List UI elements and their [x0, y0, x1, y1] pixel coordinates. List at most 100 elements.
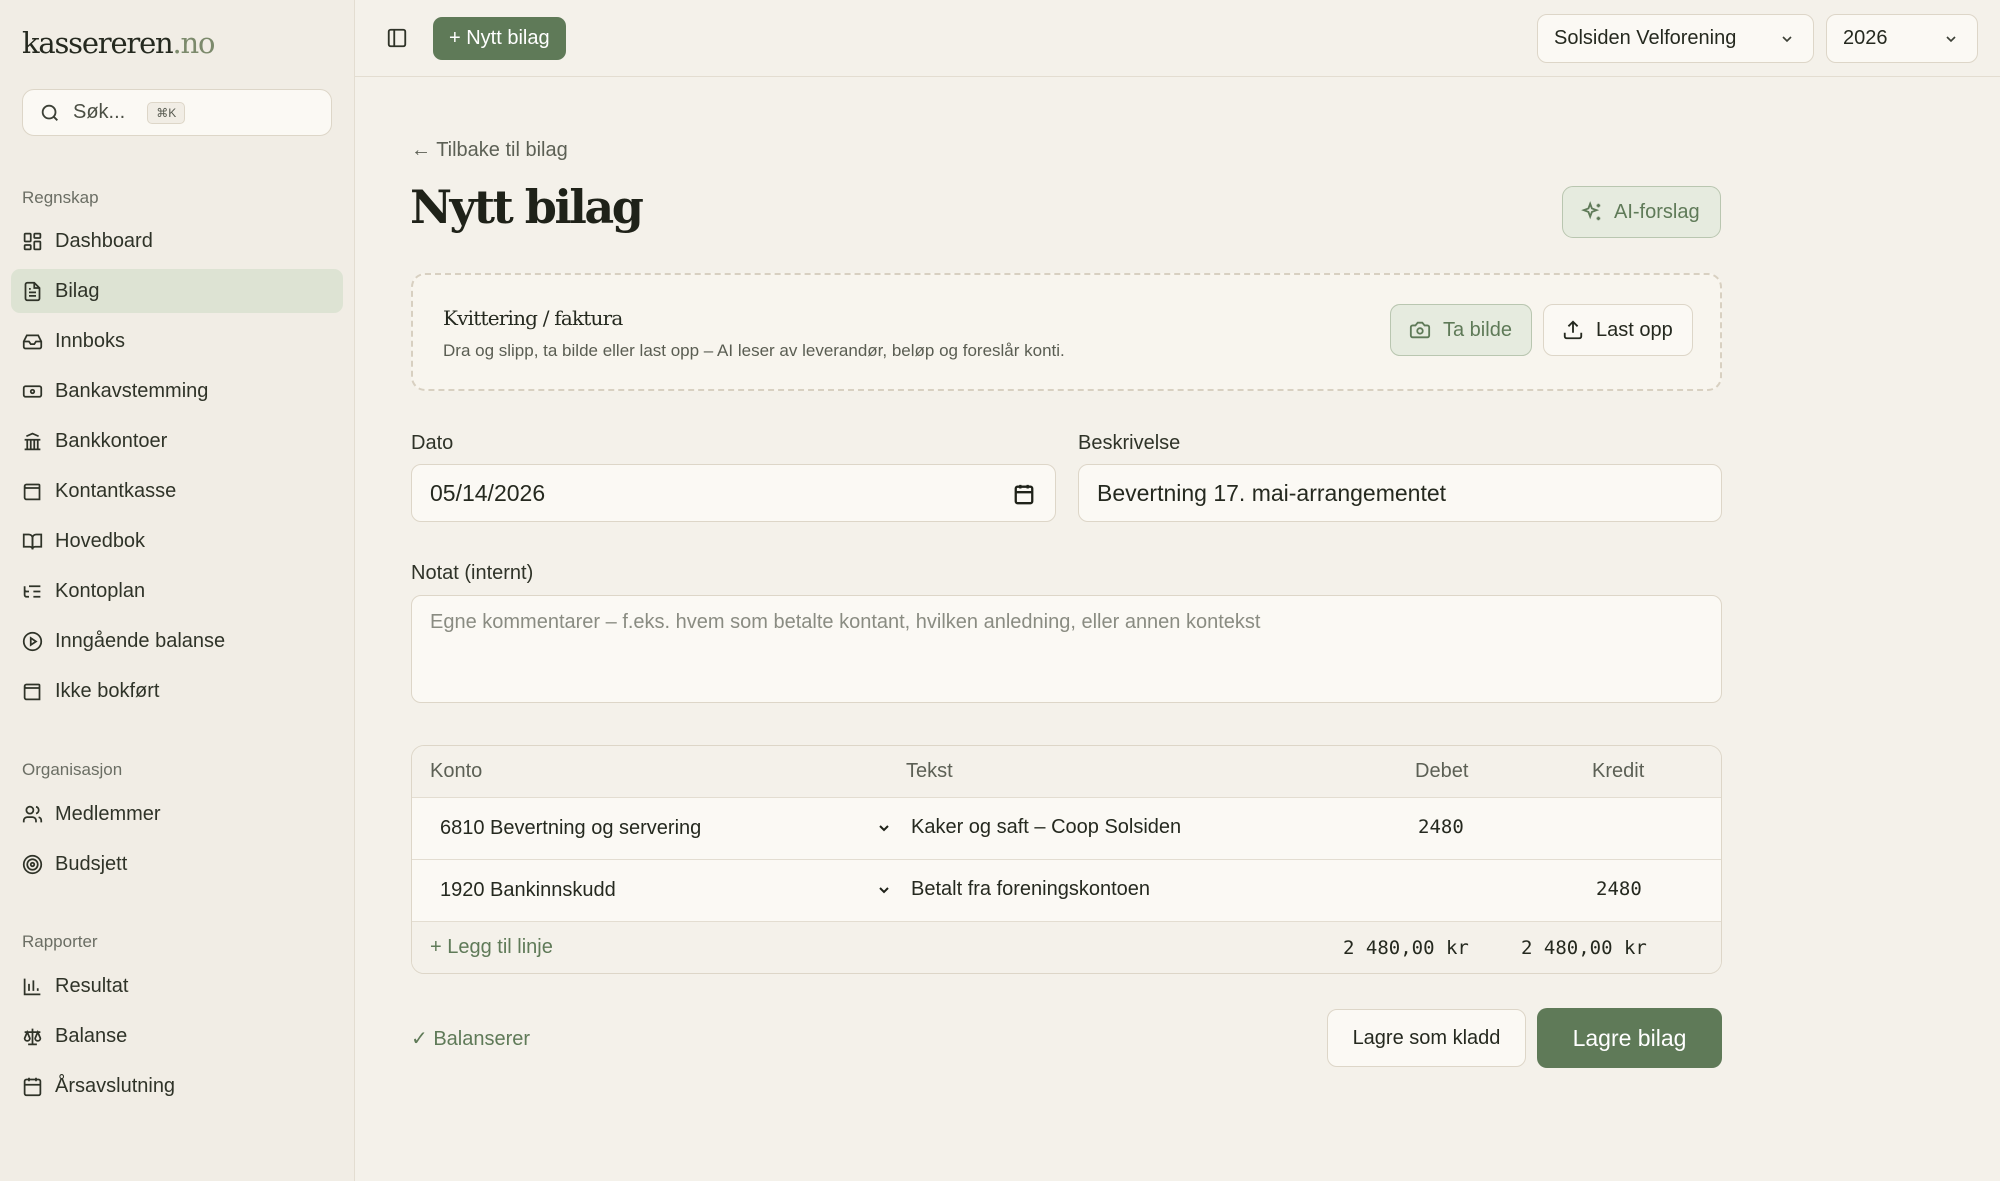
play-circle-icon — [22, 631, 43, 651]
credit-input[interactable]: 2480 — [1596, 878, 1642, 900]
note-label: Notat (internt) — [411, 562, 534, 584]
upload-button[interactable]: Last opp — [1543, 304, 1693, 356]
journal-lines-table: Konto Tekst Debet Kredit 6810 Bevertning… — [411, 745, 1722, 974]
header-text: Tekst — [906, 760, 953, 782]
ai-suggestion-label: AI-forslag — [1614, 200, 1700, 223]
note-textarea[interactable]: Egne kommentarer – f.eks. hvem som betal… — [411, 595, 1722, 703]
dropzone-subtitle: Dra og slipp, ta bilde eller last opp – … — [443, 341, 1065, 360]
chevron-down-icon — [1782, 36, 1792, 43]
page-title: Nytt bilag — [410, 180, 644, 234]
note-placeholder: Egne kommentarer – f.eks. hvem som betal… — [430, 611, 1261, 633]
inbox-icon — [22, 334, 43, 349]
sidebar-item-budsjett[interactable]: Budsjett — [11, 842, 343, 886]
sidebar-item-bankkontoer[interactable]: Bankkontoer — [11, 419, 343, 463]
top-bar: + Nytt bilag Solsiden Velforening 2026 — [355, 0, 2000, 77]
balance-status: ✓ Balanserer — [411, 1028, 531, 1050]
back-to-vouchers-link[interactable]: ← Tilbake til bilag — [411, 139, 568, 162]
sidebar-item-kontoplan[interactable]: Kontoplan — [11, 569, 343, 613]
sidebar-item-bankavstemming[interactable]: Bankavstemming — [11, 369, 343, 413]
sidebar-item-label: Bilag — [55, 279, 100, 302]
sidebar-item-label: Kontantkasse — [55, 479, 177, 502]
date-label: Dato — [411, 432, 454, 454]
sparkles-icon — [1581, 201, 1601, 221]
organization-select[interactable]: Solsiden Velforening — [1537, 14, 1814, 63]
sidebar-item-dashboard[interactable]: Dashboard — [11, 219, 343, 263]
sidebar-item-resultat[interactable]: Resultat — [11, 964, 343, 1008]
sidebar-item-balanse[interactable]: Balanse — [11, 1014, 343, 1058]
sidebar-item-medlemmer[interactable]: Medlemmer — [11, 792, 343, 836]
sidebar-item-label: Kontoplan — [55, 579, 146, 602]
bank-icon — [24, 432, 41, 450]
sidebar-toggle-icon — [387, 28, 407, 48]
sidebar-item-arsavslutning[interactable]: Årsavslutning — [11, 1064, 343, 1108]
year-select[interactable]: 2026 — [1826, 14, 1978, 63]
description-value: Bevertning 17. mai-arrangementet — [1097, 479, 1447, 506]
search-placeholder: Søk... — [73, 101, 126, 123]
header-debit: Debet — [1415, 760, 1469, 782]
calendar-icon — [23, 1077, 42, 1096]
calendar-icon[interactable] — [1013, 483, 1035, 505]
search-input[interactable]: Søk... ⌘K — [22, 89, 332, 136]
receipt-dropzone[interactable]: Kvittering / faktura Dra og slipp, ta bi… — [411, 273, 1722, 391]
target-icon — [22, 854, 43, 874]
new-voucher-button[interactable]: + Nytt bilag — [433, 17, 566, 60]
total-debit: 2 480,00 kr — [1343, 937, 1469, 959]
upload-icon — [1563, 320, 1583, 340]
save-draft-button[interactable]: Lagre som kladd — [1327, 1009, 1526, 1067]
section-title-organisasjon: Organisasjon — [22, 760, 123, 779]
header-credit: Kredit — [1592, 760, 1645, 782]
line-text-input[interactable]: Betalt fra foreningskontoen — [911, 878, 1150, 901]
header-account: Konto — [430, 760, 483, 782]
scale-icon — [23, 1028, 42, 1045]
save-voucher-button[interactable]: Lagre bilag — [1537, 1008, 1722, 1068]
take-photo-button[interactable]: Ta bilde — [1390, 304, 1532, 356]
account-select[interactable]: 1920 Bankinnskudd — [440, 879, 892, 902]
chevron-down-icon — [879, 887, 889, 894]
dashboard-icon — [23, 232, 42, 250]
sidebar-toggle-button[interactable] — [383, 24, 411, 52]
sidebar-item-label: Balanse — [55, 1024, 128, 1047]
sidebar-item-label: Innboks — [55, 329, 126, 352]
date-field[interactable]: 05/14/2026 — [411, 464, 1056, 522]
document-icon — [24, 281, 41, 301]
sidebar-item-label: Dashboard — [55, 229, 153, 252]
date-value: 05/14/2026 — [430, 479, 546, 506]
search-icon — [41, 104, 58, 121]
ai-suggestion-button[interactable]: AI-forslag — [1562, 186, 1721, 238]
wallet-alert-icon — [23, 683, 41, 700]
sidebar-item-label: Bankavstemming — [55, 379, 209, 402]
sidebar-item-label: Medlemmer — [55, 802, 161, 825]
sidebar-item-hovedbok[interactable]: Hovedbok — [11, 519, 343, 563]
section-title-regnskap: Regnskap — [22, 188, 99, 207]
sidebar-item-label: Årsavslutning — [55, 1074, 176, 1097]
sidebar-item-innboks[interactable]: Innboks — [11, 319, 343, 363]
description-field[interactable]: Bevertning 17. mai-arrangementet — [1078, 464, 1722, 522]
line-text-input[interactable]: Kaker og saft – Coop Solsiden — [911, 816, 1181, 839]
chevron-down-icon — [879, 825, 889, 832]
total-credit: 2 480,00 kr — [1521, 937, 1647, 959]
account-select[interactable]: 6810 Bevertning og servering — [440, 817, 892, 840]
sidebar-item-kontantkasse[interactable]: Kontantkasse — [11, 469, 343, 513]
debit-input[interactable]: 2480 — [1418, 816, 1464, 838]
sidebar-item-bilag[interactable]: Bilag — [11, 269, 343, 313]
account-value: 1920 Bankinnskudd — [440, 879, 616, 901]
organization-select-value: Solsiden Velforening — [1554, 27, 1737, 49]
camera-icon — [1409, 321, 1431, 339]
account-value: 6810 Bevertning og servering — [440, 817, 702, 839]
chevron-down-icon — [1946, 36, 1956, 43]
users-icon — [22, 805, 43, 822]
sidebar-item-label: Hovedbok — [55, 529, 146, 552]
year-select-value: 2026 — [1843, 27, 1888, 49]
brand-logo[interactable]: kassereren.no — [22, 26, 215, 60]
section-title-rapporter: Rapporter — [22, 932, 98, 951]
table-row: 1920 Bankinnskudd Betalt fra foreningsko… — [412, 860, 1721, 922]
sidebar-item-ikke-bokfort[interactable]: Ikke bokført — [11, 669, 343, 713]
add-line-button[interactable]: + Legg til linje — [430, 936, 553, 959]
book-icon — [22, 533, 43, 550]
table-header: Konto Tekst Debet Kredit — [412, 746, 1721, 798]
sidebar-item-label: Budsjett — [55, 852, 128, 875]
sidebar-item-label: Bankkontoer — [55, 429, 168, 452]
list-tree-icon — [23, 584, 41, 598]
table-row: 6810 Bevertning og servering Kaker og sa… — [412, 798, 1721, 860]
sidebar-item-inngaende-balanse[interactable]: Inngående balanse — [11, 619, 343, 663]
